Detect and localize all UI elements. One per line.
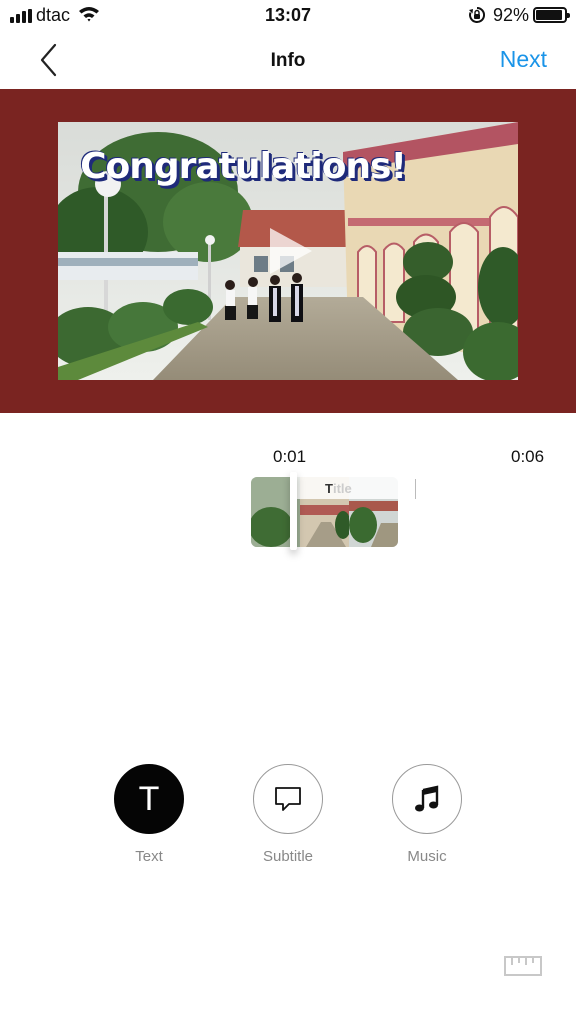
text-tool-icon: T: [114, 764, 184, 834]
status-bar: dtac 13:07 92%: [0, 0, 576, 34]
music-tool-label: Music: [407, 848, 447, 865]
status-time: 13:07: [264, 5, 312, 25]
timeline-end-marker: [415, 479, 416, 499]
music-note-icon: [392, 764, 462, 834]
battery-icon: [533, 7, 570, 23]
video-preview-area: Congratulations!: [0, 89, 576, 413]
video-frame[interactable]: Congratulations!: [58, 122, 518, 380]
ruler-icon[interactable]: [504, 955, 542, 977]
playhead-handle[interactable]: [290, 472, 297, 550]
battery-percent: 92%: [493, 5, 530, 25]
current-time: 0:01: [273, 447, 307, 466]
navigation-bar: Info Next: [0, 34, 576, 88]
total-time: 0:06: [511, 447, 545, 466]
next-button[interactable]: Next: [500, 46, 547, 73]
play-icon[interactable]: [264, 226, 314, 276]
title-track-label: Title: [325, 481, 352, 496]
speech-bubble-icon: [253, 764, 323, 834]
text-tool-label: Text: [135, 848, 163, 865]
text-tool-button[interactable]: T Text: [113, 764, 185, 865]
rotation-lock-icon: [468, 6, 486, 29]
music-tool-button[interactable]: Music: [391, 764, 463, 865]
video-caption: Congratulations!: [80, 146, 407, 187]
subtitle-tool-button[interactable]: Subtitle: [252, 764, 324, 865]
subtitle-tool-label: Subtitle: [262, 848, 314, 865]
page-title: Info: [270, 50, 306, 71]
